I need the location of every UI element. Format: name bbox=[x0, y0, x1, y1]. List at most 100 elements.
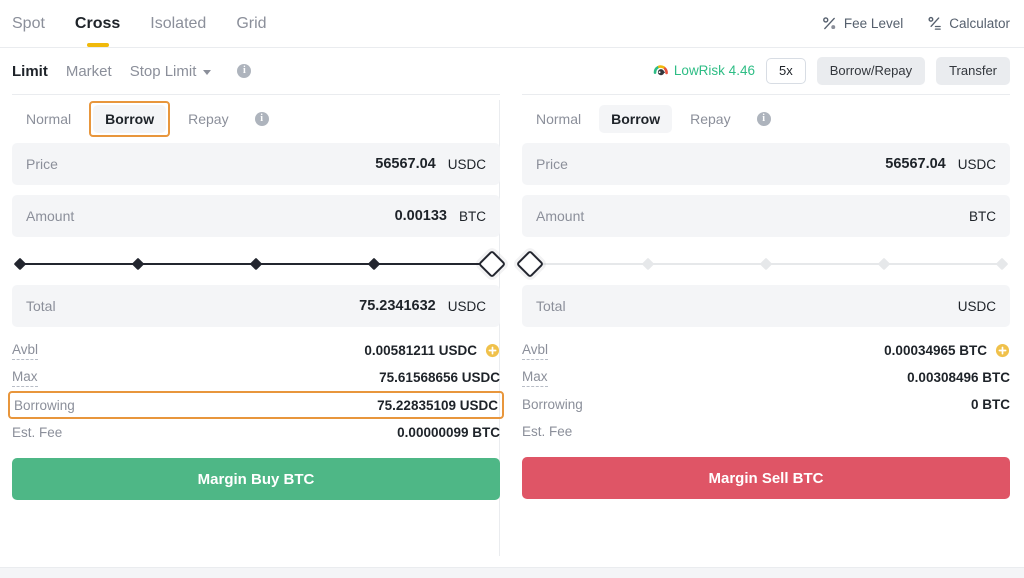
buy-total-field[interactable]: Total 75.2341632 USDC bbox=[12, 285, 500, 327]
buy-panel: Normal Borrow Repay i Price 56567.04 USD… bbox=[0, 94, 512, 569]
buy-row-max-value: 75.61568656 USDC bbox=[379, 370, 500, 385]
buy-amount-field[interactable]: Amount 0.00133 BTC bbox=[12, 195, 500, 237]
buy-mode-normal[interactable]: Normal bbox=[14, 105, 83, 133]
risk-indicator[interactable]: LowRisk 4.46 bbox=[653, 63, 755, 79]
market-tab-grid[interactable]: Grid bbox=[236, 0, 266, 47]
market-tab-grid-label: Grid bbox=[236, 14, 267, 32]
buy-mode-info-icon[interactable]: i bbox=[254, 112, 269, 126]
order-type-market-label: Market bbox=[65, 62, 112, 80]
buy-amount-slider[interactable] bbox=[12, 247, 507, 281]
buy-total-unit: USDC bbox=[447, 298, 486, 314]
sell-total-field[interactable]: Total USDC bbox=[522, 285, 1010, 327]
margin-sell-button[interactable]: Margin Sell BTC bbox=[522, 457, 1010, 499]
market-type-bar: Spot Cross Isolated Grid Fee Level Calcu… bbox=[0, 0, 1024, 48]
buy-row-max: Max 75.61568656 USDC bbox=[12, 364, 500, 391]
buy-slider-node-50[interactable] bbox=[249, 257, 263, 271]
sell-row-borrowing-value: 0 BTC bbox=[970, 397, 1010, 412]
sell-slider-handle[interactable] bbox=[515, 249, 545, 279]
transfer-button[interactable]: Transfer bbox=[936, 56, 1010, 86]
buy-total-label: Total bbox=[26, 298, 56, 314]
sell-mode-borrow-label: Borrow bbox=[611, 110, 661, 127]
order-type-stop-limit[interactable]: Stop Limit bbox=[130, 63, 212, 80]
sell-price-value: 56567.04 bbox=[885, 156, 946, 172]
borrow-repay-button[interactable]: Borrow/Repay bbox=[816, 56, 926, 86]
buy-mode-borrow[interactable]: Borrow bbox=[93, 104, 167, 134]
sell-mode-normal-label: Normal bbox=[536, 110, 582, 127]
order-type-market[interactable]: Market bbox=[66, 63, 112, 80]
sell-price-label: Price bbox=[536, 156, 568, 172]
calculator-button[interactable]: Calculator bbox=[927, 16, 1010, 31]
sell-row-borrowing: Borrowing 0 BTC bbox=[522, 391, 1010, 418]
margin-buy-button[interactable]: Margin Buy BTC bbox=[12, 458, 500, 500]
info-icon[interactable]: i bbox=[237, 64, 252, 78]
market-tab-spot-label: Spot bbox=[12, 14, 45, 32]
buy-mode-tabs: Normal Borrow Repay i bbox=[12, 95, 500, 143]
buy-amount-value: 0.00133 bbox=[394, 208, 447, 224]
sell-slider-node-75[interactable] bbox=[877, 257, 891, 271]
sell-slider-node-100[interactable] bbox=[995, 257, 1009, 271]
sell-mode-normal[interactable]: Normal bbox=[524, 105, 593, 133]
buy-row-avbl-key[interactable]: Avbl bbox=[12, 341, 39, 361]
buy-amount-unit: BTC bbox=[459, 208, 486, 224]
sell-mode-info-icon[interactable]: i bbox=[756, 112, 771, 126]
buy-row-avbl: Avbl 0.00581211 USDC bbox=[12, 337, 500, 364]
buy-mode-normal-label: Normal bbox=[26, 110, 72, 127]
buy-info-list: Avbl 0.00581211 USDC Max 75.61568656 USD… bbox=[8, 337, 504, 446]
buy-slider-handle[interactable] bbox=[477, 249, 507, 279]
add-funds-plus-icon[interactable] bbox=[485, 343, 500, 358]
fee-level-button[interactable]: Fee Level bbox=[822, 16, 903, 31]
sell-row-avbl-value: 0.00034965 BTC bbox=[884, 343, 987, 358]
chevron-down-icon bbox=[203, 69, 212, 75]
sell-mode-repay[interactable]: Repay bbox=[678, 105, 742, 133]
sell-row-max-value: 0.00308496 BTC bbox=[907, 370, 1010, 385]
buy-row-max-key[interactable]: Max bbox=[12, 368, 38, 388]
sell-price-field[interactable]: Price 56567.04 USDC bbox=[522, 143, 1010, 185]
buy-row-borrowing-value: 75.22835109 USDC bbox=[377, 397, 498, 413]
buy-row-est-fee-key: Est. Fee bbox=[12, 425, 63, 440]
buy-row-est-fee: Est. Fee 0.00000099 BTC bbox=[12, 419, 500, 446]
sell-info-list: Avbl 0.00034965 BTC Max 0.00308496 BTC B… bbox=[522, 337, 1010, 445]
buy-price-unit: USDC bbox=[447, 156, 486, 172]
sell-mode-borrow[interactable]: Borrow bbox=[599, 104, 673, 134]
sell-row-borrowing-key: Borrowing bbox=[522, 397, 583, 412]
sell-panel: Normal Borrow Repay i Price 56567.04 USD… bbox=[512, 94, 1024, 569]
order-type-limit-label: Limit bbox=[12, 62, 48, 80]
market-tab-isolated[interactable]: Isolated bbox=[150, 0, 206, 47]
buy-total-value: 75.2341632 bbox=[359, 298, 436, 314]
order-panels: Normal Borrow Repay i Price 56567.04 USD… bbox=[0, 94, 1024, 569]
market-tab-cross[interactable]: Cross bbox=[75, 0, 120, 47]
risk-gauge-icon bbox=[653, 65, 668, 76]
buy-mode-borrow-label: Borrow bbox=[105, 110, 155, 127]
add-funds-plus-icon[interactable] bbox=[995, 343, 1010, 358]
order-type-stop-limit-label: Stop Limit bbox=[129, 62, 197, 80]
sell-amount-slider[interactable] bbox=[515, 247, 1010, 281]
sell-total-label: Total bbox=[536, 298, 566, 314]
sell-row-avbl-key[interactable]: Avbl bbox=[522, 341, 549, 361]
sell-row-avbl: Avbl 0.00034965 BTC bbox=[522, 337, 1010, 364]
market-tab-spot[interactable]: Spot bbox=[12, 0, 45, 47]
sell-mode-repay-label: Repay bbox=[690, 110, 731, 127]
sell-slider-node-25[interactable] bbox=[641, 257, 655, 271]
sell-row-est-fee: Est. Fee bbox=[522, 418, 1010, 445]
order-type-tabs: Limit Market Stop Limit i bbox=[12, 63, 252, 80]
buy-slider-node-25[interactable] bbox=[131, 257, 145, 271]
sell-row-max: Max 0.00308496 BTC bbox=[522, 364, 1010, 391]
sell-slider-node-50[interactable] bbox=[759, 257, 773, 271]
leverage-button[interactable]: 5x bbox=[765, 57, 806, 85]
buy-slider-node-0[interactable] bbox=[13, 257, 27, 271]
buy-slider-node-75[interactable] bbox=[367, 257, 381, 271]
order-type-bar: Limit Market Stop Limit i LowRisk 4.46 5… bbox=[0, 48, 1024, 94]
buy-mode-repay[interactable]: Repay bbox=[176, 105, 240, 133]
percent-icon bbox=[823, 17, 836, 30]
sell-row-max-key[interactable]: Max bbox=[522, 368, 548, 388]
sell-price-unit: USDC bbox=[957, 156, 996, 172]
risk-label: LowRisk 4.46 bbox=[673, 63, 755, 79]
buy-price-field[interactable]: Price 56567.04 USDC bbox=[12, 143, 500, 185]
footer-strip bbox=[0, 567, 1024, 578]
buy-row-est-fee-value: 0.00000099 BTC bbox=[397, 425, 500, 440]
order-type-limit[interactable]: Limit bbox=[12, 63, 48, 80]
sell-mode-tabs: Normal Borrow Repay i bbox=[522, 95, 1010, 143]
buy-amount-label: Amount bbox=[26, 208, 75, 224]
sell-amount-field[interactable]: Amount BTC bbox=[522, 195, 1010, 237]
topbar-tools: Fee Level Calculator bbox=[822, 16, 1010, 31]
